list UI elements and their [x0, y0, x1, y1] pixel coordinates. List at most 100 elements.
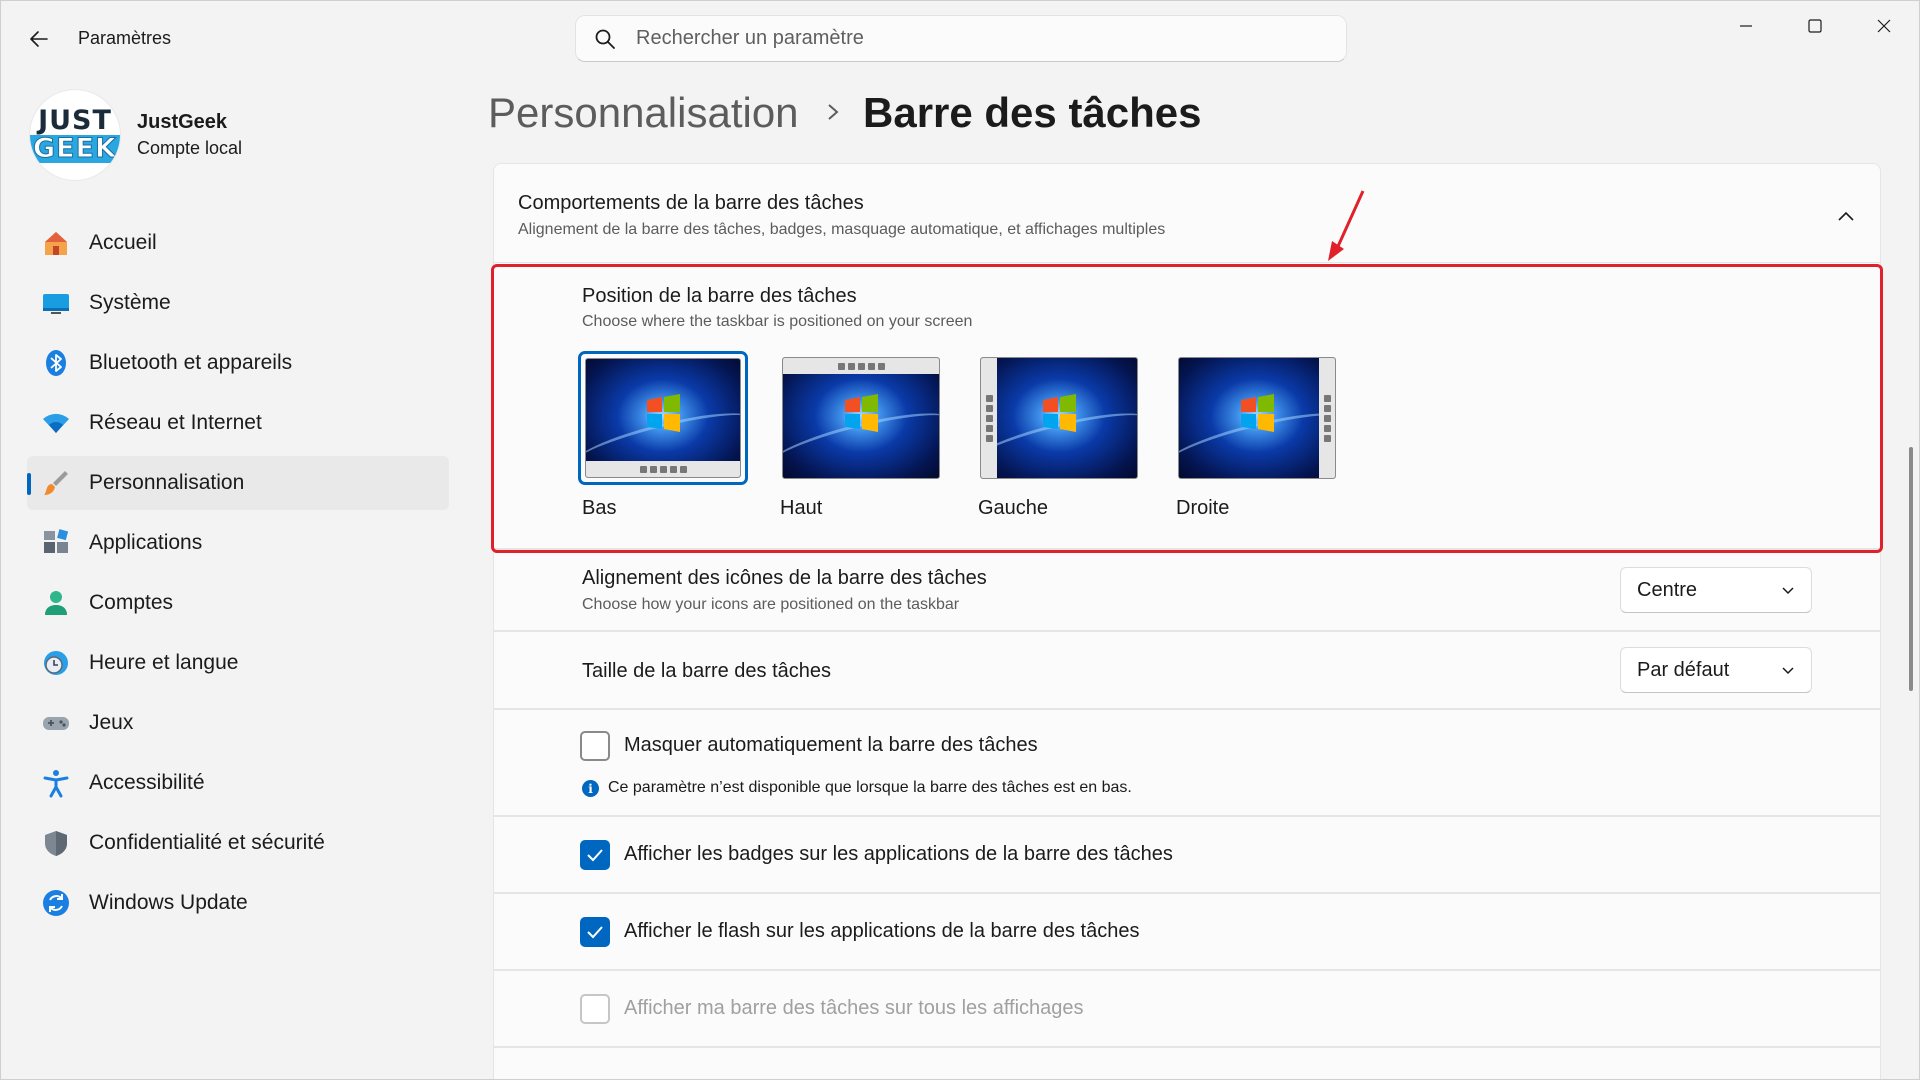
checkmark-icon	[587, 849, 603, 862]
all-displays-checkbox[interactable]	[580, 994, 610, 1024]
sidebar-item-jeux[interactable]: Jeux	[27, 696, 449, 750]
annotation-arrow-icon	[1328, 190, 1365, 261]
behaviors-section-header[interactable]: Comportements de la barre des tâches Ali…	[493, 163, 1881, 263]
next-row	[493, 1047, 1881, 1079]
thumbnail-frame	[776, 351, 946, 485]
search-input[interactable]	[636, 27, 1316, 50]
sidebar-item-reseau[interactable]: Réseau et Internet	[27, 396, 449, 450]
wallpaper-preview	[585, 358, 741, 478]
sidebar-item-label: Accueil	[89, 231, 157, 254]
settings-window: Paramètres JUST GEEK JustGeek Compte loc…	[0, 0, 1920, 1080]
back-button[interactable]	[21, 23, 57, 55]
thumbnail-frame	[974, 351, 1144, 485]
breadcrumb-parent[interactable]: Personnalisation	[488, 89, 799, 137]
sidebar-item-comptes[interactable]: Comptes	[27, 576, 449, 630]
sidebar-item-label: Accessibilité	[89, 771, 205, 794]
apps-icon	[41, 528, 71, 558]
sidebar-item-label: Jeux	[89, 711, 134, 734]
sidebar-item-label: Heure et langue	[89, 651, 239, 674]
autohide-info: Ce paramètre n’est disponible que lorsqu…	[608, 779, 1132, 796]
page-title: Barre des tâches	[863, 89, 1202, 136]
logo-text-just: JUST	[38, 105, 112, 136]
taskbar-preview	[586, 461, 740, 477]
taskbar-preview	[783, 358, 939, 374]
section-title: Comportements de la barre des tâches	[518, 192, 864, 214]
autohide-checkbox[interactable]	[580, 731, 610, 761]
sidebar-item-windows-update[interactable]: Windows Update	[27, 876, 449, 930]
wallpaper-preview	[980, 357, 1138, 479]
update-icon	[41, 888, 71, 918]
sidebar-item-applications[interactable]: Applications	[27, 516, 449, 570]
position-label: Bas	[582, 497, 617, 519]
account-type: Compte local	[137, 138, 243, 158]
account-name: JustGeek	[137, 111, 228, 133]
sidebar-item-personnalisation[interactable]: Personnalisation	[27, 456, 449, 510]
maximize-button[interactable]	[1785, 9, 1845, 43]
minimize-button[interactable]	[1716, 9, 1776, 43]
position-label: Haut	[780, 497, 823, 519]
thumbnail-frame	[1172, 351, 1342, 485]
close-button[interactable]	[1854, 9, 1914, 43]
scrollbar[interactable]	[1909, 447, 1913, 691]
chevron-up-icon[interactable]	[1836, 208, 1856, 224]
position-option-haut[interactable]: Haut	[776, 351, 954, 520]
monitor-icon	[41, 288, 71, 318]
all-displays-label: Afficher ma barre des tâches sur tous le…	[624, 997, 1084, 1019]
windows-logo-icon	[1241, 394, 1274, 433]
clock-globe-icon	[41, 648, 71, 678]
taskbar-preview	[1319, 358, 1335, 478]
bluetooth-icon	[41, 348, 71, 378]
sidebar-item-accessibilite[interactable]: Accessibilité	[27, 756, 449, 810]
title-bar: Paramètres	[1, 1, 1919, 77]
close-icon	[1877, 19, 1891, 33]
wallpaper-preview	[782, 357, 940, 479]
badges-checkbox[interactable]	[580, 840, 610, 870]
autohide-row: Masquer automatiquement la barre des tâc…	[493, 709, 1881, 816]
position-option-droite[interactable]: Droite	[1172, 351, 1350, 520]
dropdown-value: Par défaut	[1637, 658, 1730, 681]
windows-logo-icon	[1043, 394, 1076, 433]
sidebar-item-label: Applications	[89, 531, 203, 554]
position-label: Droite	[1176, 497, 1230, 519]
sidebar-item-label: Personnalisation	[89, 471, 245, 494]
windows-logo-icon	[647, 394, 680, 433]
sidebar-item-label: Système	[89, 291, 171, 314]
flash-row: Afficher le flash sur les applications d…	[493, 893, 1881, 970]
position-option-bas[interactable]: Bas	[578, 351, 756, 520]
dropdown-value: Centre	[1637, 578, 1698, 601]
windows-logo-icon	[845, 394, 878, 433]
sidebar-item-label: Réseau et Internet	[89, 411, 262, 434]
logo-text-geek: GEEK	[30, 134, 120, 163]
all-displays-row: Afficher ma barre des tâches sur tous le…	[493, 970, 1881, 1047]
position-option-gauche[interactable]: Gauche	[974, 351, 1152, 520]
chevron-down-icon	[1782, 587, 1794, 595]
section-subtitle: Alignement de la barre des tâches, badge…	[518, 221, 1166, 238]
accessibility-icon	[41, 768, 71, 798]
taskbar-size-row: Taille de la barre des tâches Par défaut	[493, 631, 1881, 709]
settings-content: Comportements de la barre des tâches Ali…	[493, 163, 1881, 1079]
sidebar-item-confidentialite[interactable]: Confidentialité et sécurité	[27, 816, 449, 870]
taskbar-position-panel: Position de la barre des tâches Choose w…	[493, 263, 1881, 549]
position-subtitle: Choose where the taskbar is positioned o…	[582, 313, 973, 330]
sidebar-item-heure[interactable]: Heure et langue	[27, 636, 449, 690]
sidebar-nav: Accueil Système Bluetooth et appareils R…	[27, 216, 449, 936]
sidebar-item-bluetooth[interactable]: Bluetooth et appareils	[27, 336, 449, 390]
avatar[interactable]: JUST GEEK	[29, 89, 121, 181]
search-box[interactable]	[575, 15, 1347, 62]
sidebar-item-systeme[interactable]: Système	[27, 276, 449, 330]
sidebar-item-label: Bluetooth et appareils	[89, 351, 293, 374]
sidebar-item-label: Confidentialité et sécurité	[89, 831, 325, 854]
shield-icon	[41, 828, 71, 858]
position-label: Gauche	[978, 497, 1049, 519]
size-title: Taille de la barre des tâches	[582, 660, 832, 682]
alignment-dropdown[interactable]: Centre	[1620, 567, 1812, 613]
alignment-subtitle: Choose how your icons are positioned on …	[582, 596, 960, 613]
position-options: Bas Haut Gauche Droite	[578, 351, 1370, 520]
sidebar-item-accueil[interactable]: Accueil	[27, 216, 449, 270]
wallpaper-preview	[1178, 357, 1336, 479]
position-title: Position de la barre des tâches	[582, 285, 857, 307]
flash-checkbox[interactable]	[580, 917, 610, 947]
size-dropdown[interactable]: Par défaut	[1620, 647, 1812, 693]
alignment-title: Alignement des icônes de la barre des tâ…	[582, 567, 987, 589]
badges-label: Afficher les badges sur les applications…	[624, 843, 1173, 865]
